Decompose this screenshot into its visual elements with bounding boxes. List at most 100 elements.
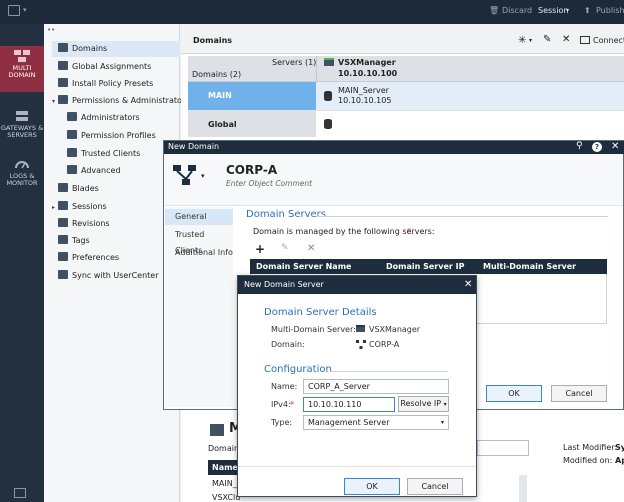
tree-label: Blades — [72, 184, 99, 193]
detail-name-col: Name — [212, 463, 238, 472]
servers-header: Servers (1) — [272, 58, 317, 67]
domain-row-main[interactable]: MAIN MAIN_Server 10.10.10.105 — [188, 82, 624, 110]
chevron-down-icon[interactable]: ▾ — [201, 172, 205, 180]
dialog-title: New Domain Server — [244, 280, 324, 289]
type-label: Type: — [271, 418, 293, 427]
nav-label: LOGS & MONITOR — [6, 172, 38, 187]
last-modifier-value: Sy — [615, 443, 624, 452]
command-line-icon[interactable] — [14, 488, 26, 498]
blades-icon — [58, 183, 68, 192]
ok-button[interactable]: OK — [344, 478, 400, 495]
column-header: Multi-Domain Server — [483, 262, 577, 271]
side-item-trusted-clients[interactable]: Trusted Clients — [165, 227, 233, 255]
section-divider — [316, 216, 608, 217]
advanced-icon — [67, 165, 77, 174]
dialog-titlebar: New Domain ⚲ ? ✕ — [164, 141, 624, 154]
comment-field[interactable]: Enter Object Comment — [226, 179, 312, 188]
connect-icon[interactable] — [580, 36, 590, 44]
ipv4-input[interactable]: 10.10.10.110 — [303, 397, 395, 412]
tree-label: Advanced — [81, 166, 121, 175]
tree-label: Install Policy Presets — [72, 79, 154, 88]
tree-item-tags[interactable]: Tags — [58, 233, 90, 249]
tree-item-preferences[interactable]: Preferences — [58, 250, 119, 266]
tree-item-sync-usercenter[interactable]: Sync with UserCenter — [58, 268, 159, 284]
edit-icon[interactable]: ✎ — [543, 34, 551, 45]
domain-object-icon — [356, 340, 366, 349]
tree-item-trusted-clients[interactable]: Trusted Clients — [67, 146, 140, 162]
domain-value: CORP-A — [369, 340, 400, 349]
tree-label: Preferences — [72, 253, 120, 262]
close-icon[interactable]: ✕ — [611, 141, 619, 152]
tree-item-permissions[interactable]: Permissions & Administrators — [58, 93, 189, 109]
resolve-ip-button[interactable]: Resolve IP ▾ — [398, 396, 449, 412]
ok-button[interactable]: OK — [486, 385, 542, 402]
left-nav: MULTI DOMAIN GATEWAYS & SERVERS LOGS & M… — [0, 24, 44, 502]
global-icon — [58, 61, 68, 70]
discard-icon[interactable]: 🗑 — [489, 6, 499, 15]
tree-item-permission-profiles[interactable]: Permission Profiles — [67, 128, 156, 144]
domains-grid-header: Servers (1) Domains (2) VSXManager 10.10… — [188, 56, 624, 82]
nav-gateways-servers[interactable]: GATEWAYS & SERVERS — [0, 106, 44, 142]
modified-on-value: Ap — [615, 456, 624, 465]
connect-button[interactable]: Connect — [593, 36, 624, 45]
domain-object-icon[interactable] — [172, 163, 198, 189]
tree-item-revisions[interactable]: Revisions — [58, 216, 110, 232]
details-title: Domain Server Details — [264, 307, 377, 318]
search-icon[interactable]: ⚲ — [576, 141, 583, 151]
mds-value: VSXManager — [369, 325, 421, 334]
collapse-handle-icon[interactable]: •• — [47, 26, 55, 34]
domains-header: Domains (2) — [192, 70, 242, 79]
new-domain-server-dialog: New Domain Server ✕ Domain Server Detail… — [237, 275, 477, 497]
app-menu-icon[interactable] — [8, 5, 20, 16]
tree-label: Administrators — [81, 113, 140, 122]
nav-multi-domain[interactable]: MULTI DOMAIN — [0, 46, 44, 92]
database-icon — [324, 91, 332, 101]
tree-label: Tags — [72, 236, 90, 245]
tree-item-blades[interactable]: Blades — [58, 181, 99, 197]
edit-icon[interactable]: ✎ — [281, 243, 289, 253]
detail-icon — [210, 424, 224, 436]
tree-item-install-policy-presets[interactable]: Install Policy Presets — [58, 76, 153, 92]
ipv4-label: IPv4: — [271, 400, 291, 409]
domain-row-global[interactable]: Global — [188, 110, 624, 137]
help-icon[interactable]: ? — [592, 142, 602, 152]
name-input[interactable]: CORP_A_Server — [303, 379, 449, 394]
chevron-down-icon: ▾ — [443, 401, 447, 408]
tree-item-advanced[interactable]: Advanced — [67, 163, 121, 179]
domain-server-ip: 10.10.10.105 — [338, 96, 392, 105]
install-icon — [58, 78, 68, 87]
delete-icon[interactable]: ✕ — [562, 34, 570, 45]
domain-label: Domain: — [271, 340, 305, 349]
discard-button[interactable]: Discard — [502, 6, 532, 15]
chevron-down-icon[interactable]: ▾ — [23, 6, 27, 14]
chevron-down-icon[interactable]: ▾ — [52, 98, 55, 105]
session-button[interactable]: Session — [538, 6, 569, 15]
main-toolbar: ✳ ▾ ✎ ✕ Connect — [512, 33, 624, 49]
delete-icon[interactable]: ✕ — [307, 243, 315, 254]
session-chevron-icon[interactable]: ▾ — [566, 7, 569, 14]
tree-item-global-assignments[interactable]: Global Assignments — [58, 59, 151, 75]
detail-search-field[interactable] — [477, 440, 529, 456]
side-item-general[interactable]: General — [165, 209, 233, 225]
tree-label: Sessions — [72, 202, 107, 211]
publish-icon[interactable]: ⬆ — [584, 6, 591, 15]
domain-name-field[interactable]: CORP-A — [226, 163, 277, 177]
close-icon[interactable]: ✕ — [464, 276, 472, 294]
tree-label: Trusted Clients — [81, 149, 141, 158]
add-icon[interactable]: + — [255, 242, 265, 256]
tree-item-sessions[interactable]: Sessions — [58, 199, 107, 215]
chevron-right-icon[interactable]: ▸ — [52, 204, 55, 211]
chevron-down-icon[interactable]: ▾ — [529, 37, 532, 44]
tree-item-domains[interactable]: Domains — [52, 41, 180, 57]
nav-logs-monitor[interactable]: LOGS & MONITOR — [0, 154, 44, 190]
new-star-icon[interactable]: ✳ — [518, 35, 526, 46]
cancel-button[interactable]: Cancel — [551, 385, 607, 402]
detail-domain-label: Domain — [208, 444, 240, 453]
cancel-button[interactable]: Cancel — [407, 478, 463, 495]
type-select[interactable]: Management Server ▾ — [303, 415, 449, 430]
detail-scrollbar[interactable] — [519, 475, 527, 502]
publish-button[interactable]: Publish — [596, 6, 624, 15]
section-divider — [330, 371, 448, 372]
tree-item-administrators[interactable]: Administrators — [67, 110, 140, 126]
side-item-additional-info[interactable]: Additional Info — [165, 245, 233, 261]
